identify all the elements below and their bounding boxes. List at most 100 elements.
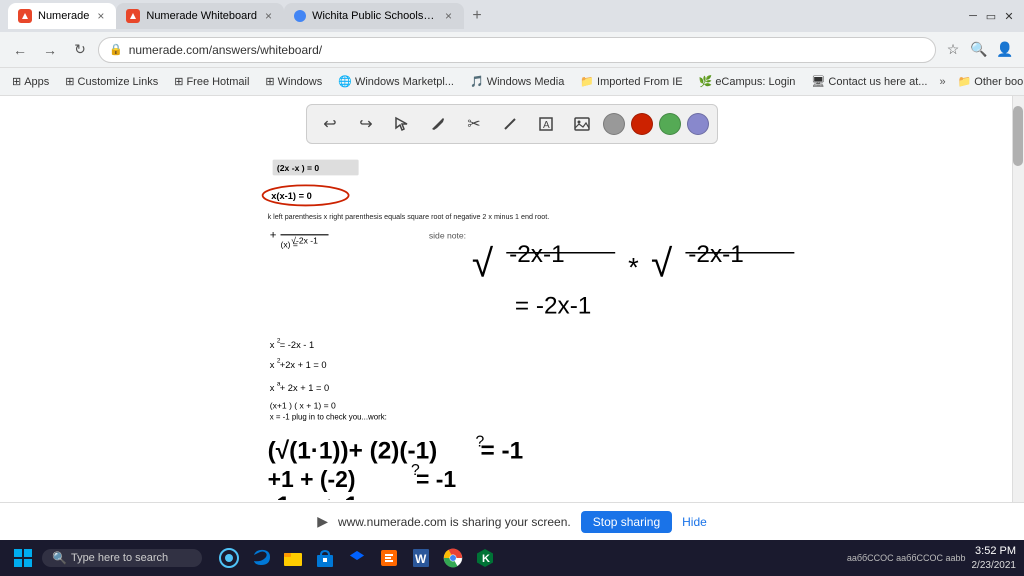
- bookmark-imported[interactable]: 📁 Imported From IE: [576, 73, 686, 90]
- tab-numerade-close[interactable]: ×: [95, 9, 106, 23]
- url-text: numerade.com/answers/whiteboard/: [129, 43, 925, 57]
- svg-text:= -2x - 1: = -2x - 1: [280, 340, 314, 350]
- window-controls: ─ ▭ ✕: [966, 9, 1016, 23]
- bookmark-marketplace[interactable]: 🌐 Windows Marketpl...: [334, 73, 458, 90]
- bookmark-marketplace-label: Windows Marketpl...: [355, 76, 454, 88]
- taskbar-search[interactable]: 🔍 Type here to search: [42, 549, 202, 567]
- svg-text:= -1: = -1: [480, 437, 523, 464]
- svg-text:+: +: [270, 229, 277, 241]
- line-tool-button[interactable]: [495, 109, 525, 139]
- scroll-thumb[interactable]: [1013, 106, 1023, 166]
- taskbar-word[interactable]: W: [406, 543, 436, 573]
- taskbar-explorer[interactable]: [278, 543, 308, 573]
- taskbar-chrome[interactable]: [438, 543, 468, 573]
- taskbar: 🔍 Type here to search W: [0, 540, 1024, 576]
- url-bar[interactable]: 🔒 numerade.com/answers/whiteboard/: [98, 37, 936, 63]
- taskbar-edge[interactable]: [246, 543, 276, 573]
- scrollbar[interactable]: [1012, 96, 1024, 540]
- taskbar-kaspersky[interactable]: K: [470, 543, 500, 573]
- tab-whiteboard[interactable]: Numerade Whiteboard ×: [116, 3, 284, 29]
- tab-wichita-close[interactable]: ×: [443, 9, 454, 23]
- bookmark-star-icon[interactable]: ☆: [942, 39, 964, 61]
- taskbar-sublime[interactable]: [374, 543, 404, 573]
- lock-icon: 🔒: [109, 43, 123, 56]
- bookmark-windows[interactable]: ⊞ Windows: [261, 73, 326, 90]
- browser-frame: Numerade × Numerade Whiteboard × Wichita…: [0, 0, 1024, 576]
- date-display: 2/23/2021: [972, 559, 1017, 572]
- bookmark-customize[interactable]: ⊞ Customize Links: [61, 73, 162, 90]
- tab-wichita[interactable]: Wichita Public Schools / Homep... ×: [284, 3, 464, 29]
- hide-button[interactable]: Hide: [682, 515, 707, 529]
- text-tool-button[interactable]: A: [531, 109, 561, 139]
- tab-whiteboard-close[interactable]: ×: [263, 9, 274, 23]
- tab-wichita-label: Wichita Public Schools / Homep...: [312, 10, 437, 22]
- color-gray[interactable]: [603, 113, 625, 135]
- windows-start-button[interactable]: [8, 543, 38, 573]
- redo-button[interactable]: ↪: [351, 109, 381, 139]
- bookmark-ecampus[interactable]: 🌿 eCampus: Login: [695, 73, 800, 90]
- other-icon: 📁: [958, 75, 972, 88]
- color-purple[interactable]: [687, 113, 709, 135]
- svg-text:+ 2x + 1 = 0: + 2x + 1 = 0: [280, 383, 329, 393]
- scissors-tool-button[interactable]: ✂: [459, 109, 489, 139]
- pencil-tool-button[interactable]: [423, 109, 453, 139]
- bookmark-windows-label: Windows: [278, 76, 323, 88]
- media-icon: 🎵: [470, 75, 484, 88]
- bookmark-contact[interactable]: 🖥 Contact us here at...: [807, 73, 931, 90]
- back-button[interactable]: ←: [8, 38, 32, 62]
- taskbar-dropbox[interactable]: [342, 543, 372, 573]
- taskbar-cortana[interactable]: [214, 543, 244, 573]
- apps-icon: ⊞: [12, 75, 21, 88]
- bookmarks-more-button[interactable]: »: [939, 76, 945, 88]
- contact-icon: 🖥: [811, 75, 825, 88]
- tray-text: aaббCCOC aaббCCOC aabb: [847, 553, 966, 563]
- color-green[interactable]: [659, 113, 681, 135]
- extension-icon[interactable]: 🔍: [968, 39, 990, 61]
- new-tab-button[interactable]: +: [464, 3, 490, 29]
- toolbar: ↩ ↪ ✂ A: [306, 104, 718, 144]
- bookmark-apps[interactable]: ⊞ Apps: [8, 73, 53, 90]
- bookmark-media[interactable]: 🎵 Windows Media: [466, 73, 568, 90]
- svg-text:= -2x-1: = -2x-1: [515, 293, 592, 320]
- svg-text:x = -1 plug in to check you...: x = -1 plug in to check you...work:: [270, 413, 387, 422]
- tab-bar: Numerade × Numerade Whiteboard × Wichita…: [8, 3, 962, 29]
- svg-text:*: *: [628, 251, 639, 282]
- svg-text:2: 2: [277, 357, 281, 364]
- profile-icon[interactable]: 👤: [994, 39, 1016, 61]
- undo-button[interactable]: ↩: [315, 109, 345, 139]
- svg-text:x: x: [270, 383, 275, 393]
- close-button[interactable]: ✕: [1002, 9, 1016, 23]
- svg-text:(2x -x ) = 0: (2x -x ) = 0: [277, 163, 319, 173]
- svg-text:k left parenthesis x right par: k left parenthesis x right parenthesis e…: [268, 213, 550, 221]
- bookmark-hotmail[interactable]: ⊞ Free Hotmail: [170, 73, 253, 90]
- svg-text:√: √: [472, 242, 494, 285]
- bookmark-contact-label: Contact us here at...: [828, 76, 927, 88]
- select-tool-button[interactable]: [387, 109, 417, 139]
- hotmail-icon: ⊞: [174, 75, 183, 88]
- imported-icon: 📁: [580, 75, 594, 88]
- forward-button[interactable]: →: [38, 38, 62, 62]
- whiteboard[interactable]: ↩ ↪ ✂ A: [0, 96, 1024, 540]
- color-red[interactable]: [631, 113, 653, 135]
- svg-text:W: W: [415, 552, 427, 566]
- share-icon: ▶: [317, 513, 328, 530]
- stop-sharing-button[interactable]: Stop sharing: [581, 511, 672, 533]
- refresh-button[interactable]: ↻: [68, 38, 92, 62]
- image-tool-button[interactable]: [567, 109, 597, 139]
- svg-text:?: ?: [475, 433, 484, 450]
- bookmark-apps-label: Apps: [24, 76, 49, 88]
- math-canvas: (2x -x ) = 0 x(x-1) = 0 k left parenthes…: [0, 156, 1024, 500]
- tab-numerade-label: Numerade: [38, 10, 89, 22]
- screen-share-message: www.numerade.com is sharing your screen.: [338, 515, 571, 529]
- minimize-button[interactable]: ─: [966, 9, 980, 23]
- svg-text:x: x: [270, 360, 275, 370]
- title-bar: Numerade × Numerade Whiteboard × Wichita…: [0, 0, 1024, 32]
- taskbar-apps: W K: [214, 543, 500, 573]
- taskbar-store[interactable]: [310, 543, 340, 573]
- bookmark-other[interactable]: 📁 Other bookmarks: [954, 73, 1024, 90]
- maximize-button[interactable]: ▭: [984, 9, 998, 23]
- svg-text:(x) =: (x) =: [281, 240, 298, 250]
- bookmark-other-label: Other bookmarks: [974, 76, 1024, 88]
- tab-numerade[interactable]: Numerade ×: [8, 3, 116, 29]
- marketplace-icon: 🌐: [338, 75, 352, 88]
